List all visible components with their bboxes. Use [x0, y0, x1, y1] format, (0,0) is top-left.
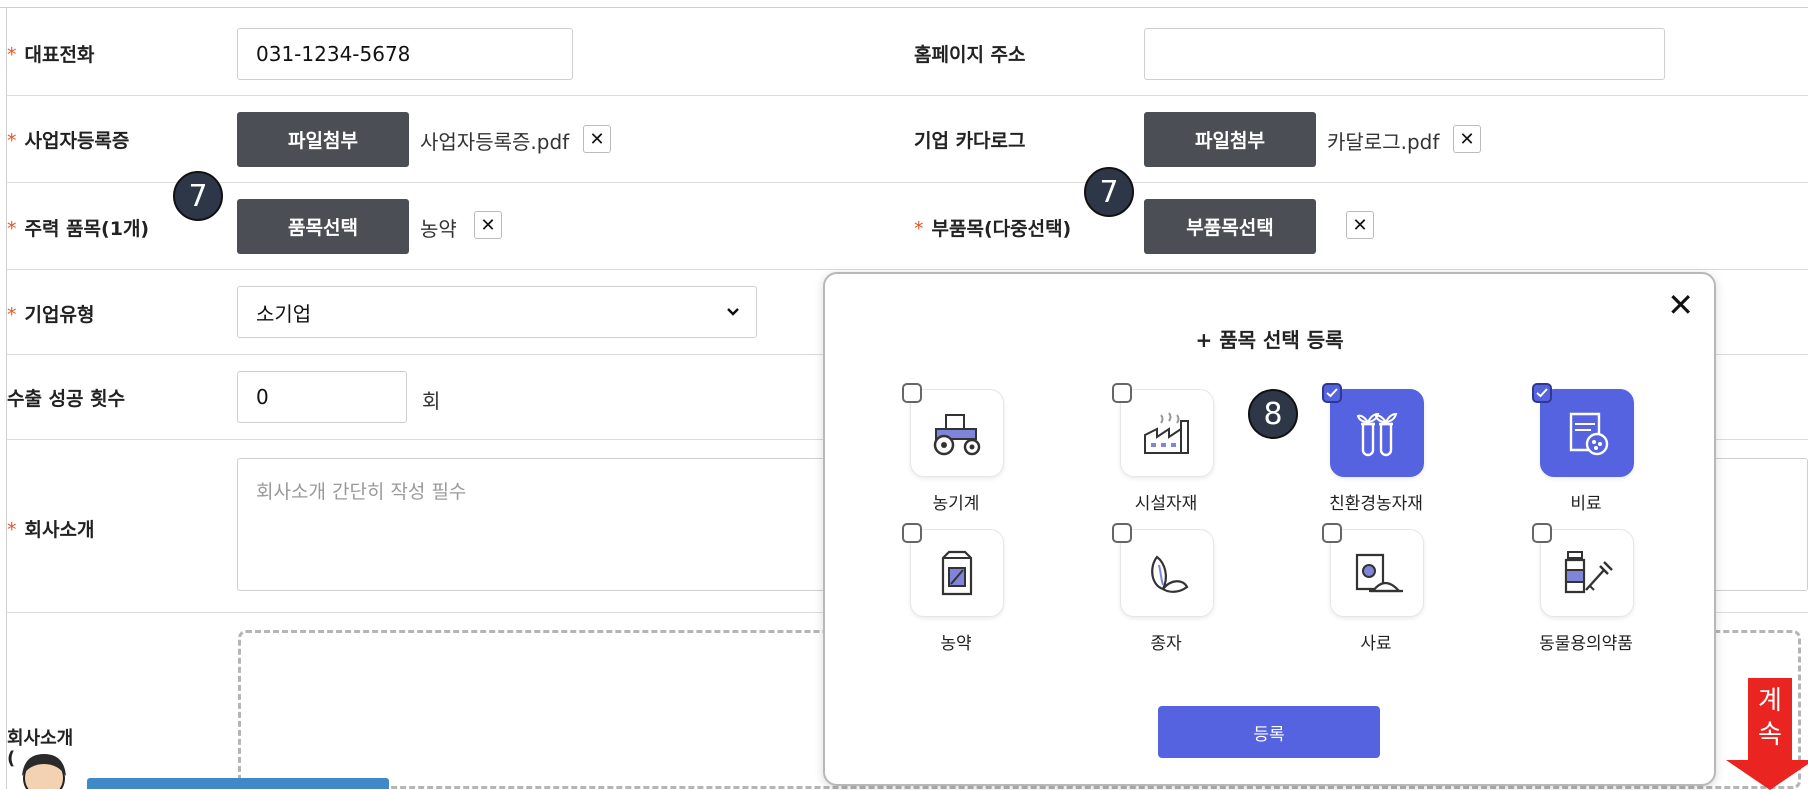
factory-icon [1144, 412, 1189, 454]
company-type-select[interactable]: 소기업 [237, 286, 757, 338]
intro-label: * 회사소개 [7, 515, 94, 542]
item-tile-feed[interactable] [1330, 529, 1424, 617]
continue-text-1: 계 [1758, 686, 1782, 716]
item-label: 친환경농자재 [1329, 494, 1423, 514]
fertilizer-bag-icon [1569, 412, 1609, 456]
seedling-tubes-icon [1356, 412, 1398, 457]
sub-item-label: * 부품목(다중선택) [914, 214, 1071, 241]
main-item-selected: 농약 [420, 217, 457, 241]
sub-item-remove-button[interactable]: ✕ [1346, 211, 1374, 239]
catalog-label: 기업 카다로그 [914, 130, 1026, 152]
row-divider [6, 95, 1808, 96]
item-label: 시설자재 [1134, 494, 1198, 514]
continue-text-2: 속 [1758, 720, 1782, 750]
item-select-modal: ✕ + 품목 선택 등록 농기계 시설자재 친환경농자재 8 비료 농약 종자 … [823, 272, 1716, 786]
register-button[interactable]: 등록 [1158, 706, 1380, 758]
item-label: 비료 [1570, 494, 1602, 514]
homepage-label: 홈페이지 주소 [914, 44, 1026, 66]
arrow-down-icon [1726, 760, 1808, 790]
export-count-input[interactable]: 0 [237, 371, 407, 423]
company-type-value: 소기업 [256, 301, 312, 326]
row-divider [6, 269, 1808, 270]
business-reg-label: * 사업자등록증 [7, 126, 129, 153]
item-tile-seed[interactable] [1120, 529, 1214, 617]
item-tile-fertilizer[interactable] [1540, 389, 1634, 477]
item-label: 사료 [1360, 634, 1392, 654]
item-label: 농기계 [932, 494, 980, 514]
homepage-input[interactable] [1144, 28, 1665, 80]
modal-title: + 품목 선택 등록 [1195, 328, 1344, 352]
main-item-label: * 주력 품목(1개) [7, 214, 149, 241]
item-checkbox-feed[interactable] [1322, 523, 1342, 543]
item-tile-veterinary[interactable] [1540, 529, 1634, 617]
item-tile-eco-materials[interactable] [1330, 389, 1424, 477]
required-mark: * [7, 519, 17, 541]
main-item-label-text: 주력 품목(1개) [24, 218, 150, 240]
catalog-attach-button[interactable]: 파일첨부 [1144, 112, 1316, 167]
item-tile-farm-machinery[interactable] [910, 389, 1004, 477]
guide-banner [87, 778, 389, 789]
close-icon[interactable]: ✕ [1667, 286, 1694, 324]
item-checkbox-facility-materials[interactable] [1112, 383, 1132, 403]
main-item-select-button[interactable]: 품목선택 [237, 199, 409, 254]
company-type-label: * 기업유형 [7, 300, 94, 327]
veterinary-medicine-icon [1564, 551, 1613, 594]
required-mark: * [7, 44, 17, 66]
pesticide-pack-icon [941, 550, 973, 596]
item-tile-pesticide[interactable] [910, 529, 1004, 617]
main-item-remove-button[interactable]: ✕ [474, 211, 502, 239]
company-type-label-text: 기업유형 [24, 304, 95, 326]
phone-label: * 대표전화 [7, 40, 94, 67]
phone-label-text: 대표전화 [24, 44, 95, 66]
company-registration-form: * 대표전화 031-1234-5678 홈페이지 주소 * 사업자등록증 파일첨부… [0, 0, 1808, 790]
export-count-label: 수출 성공 횟수 [7, 388, 126, 410]
check-icon [1326, 388, 1338, 398]
step-badge: 7 [1084, 167, 1134, 217]
required-mark: * [914, 218, 924, 240]
export-count-value: 0 [256, 385, 269, 409]
chevron-down-icon [727, 308, 739, 316]
business-reg-filename: 사업자등록증.pdf [420, 130, 570, 154]
row-divider [6, 182, 1808, 183]
feed-icon [1355, 553, 1403, 593]
intro-file-label: 회사소개 [7, 728, 74, 749]
mascot-avatar [10, 748, 78, 789]
item-checkbox-farm-machinery[interactable] [902, 383, 922, 403]
tractor-icon [933, 414, 981, 456]
required-mark: * [7, 304, 17, 326]
item-checkbox-seed[interactable] [1112, 523, 1132, 543]
business-reg-label-text: 사업자등록증 [24, 130, 130, 152]
required-mark: * [7, 218, 17, 240]
item-checkbox-eco-materials[interactable] [1322, 383, 1342, 403]
business-reg-attach-button[interactable]: 파일첨부 [237, 112, 409, 167]
step-badge: 8 [1248, 389, 1298, 439]
item-checkbox-fertilizer[interactable] [1532, 383, 1552, 403]
sub-item-label-text: 부품목(다중선택) [931, 218, 1072, 240]
item-checkbox-pesticide[interactable] [902, 523, 922, 543]
intro-placeholder: 회사소개 간단히 작성 필수 [256, 481, 467, 503]
export-count-unit: 회 [422, 389, 441, 413]
seed-icon [1151, 555, 1189, 593]
continue-marker: 계 속 [1748, 678, 1792, 768]
top-border [0, 7, 1808, 8]
item-label: 동물용의약품 [1539, 634, 1633, 654]
business-reg-remove-button[interactable]: ✕ [583, 125, 611, 153]
phone-input[interactable]: 031-1234-5678 [237, 28, 573, 80]
item-tile-facility-materials[interactable] [1120, 389, 1214, 477]
item-checkbox-veterinary[interactable] [1532, 523, 1552, 543]
catalog-filename: 카달로그.pdf [1327, 130, 1440, 154]
catalog-remove-button[interactable]: ✕ [1453, 125, 1481, 153]
sub-item-select-button[interactable]: 부품목선택 [1144, 199, 1316, 254]
item-label: 농약 [940, 634, 972, 654]
phone-value: 031-1234-5678 [256, 42, 411, 66]
required-mark: * [7, 130, 17, 152]
step-badge: 7 [173, 171, 223, 221]
check-icon [1536, 388, 1548, 398]
item-label: 종자 [1150, 634, 1182, 654]
intro-label-text: 회사소개 [24, 519, 95, 541]
